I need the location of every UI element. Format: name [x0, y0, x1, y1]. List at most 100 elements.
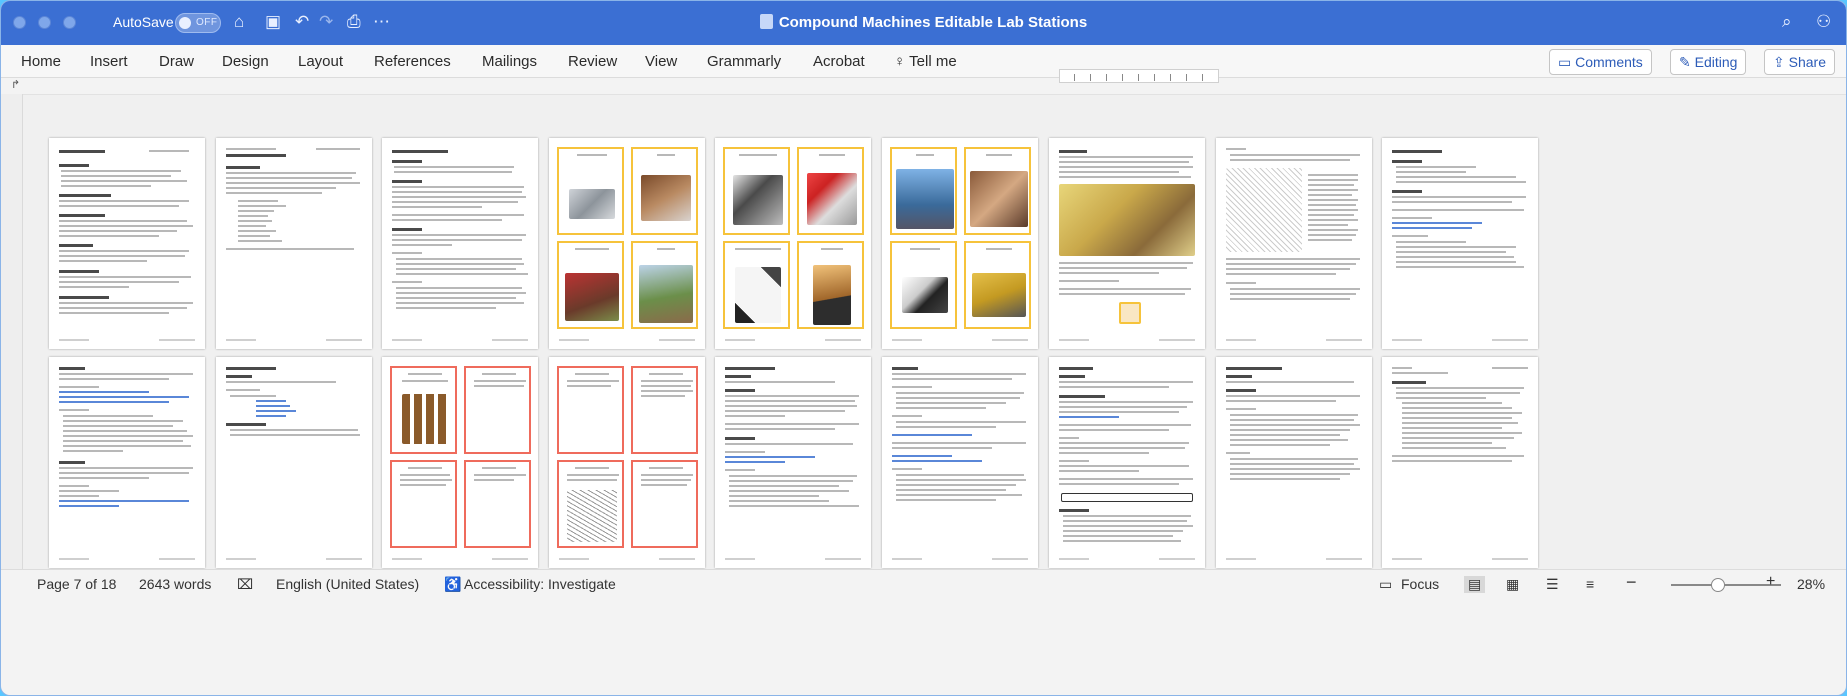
station-card: [557, 241, 624, 329]
search-icon[interactable]: ⌕: [1782, 12, 1792, 32]
comments-label: Comments: [1575, 54, 1643, 70]
accessibility-icon: ♿: [444, 576, 462, 592]
horizontal-ruler[interactable]: [1059, 69, 1219, 83]
language[interactable]: English (United States): [276, 576, 419, 592]
accessibility-status[interactable]: Accessibility: Investigate: [464, 576, 616, 592]
draft-icon[interactable]: ≡: [1586, 576, 1594, 592]
ruler-tick: [1186, 74, 1187, 81]
focus-icon: ▭: [1379, 576, 1393, 592]
zoom-out-icon[interactable]: −: [1626, 572, 1637, 593]
document-title: Compound Machines Editable Lab Stations: [1, 14, 1846, 31]
question-card: [464, 460, 531, 548]
ruler-tick: [1202, 74, 1203, 81]
page-thumbnail[interactable]: [49, 138, 205, 349]
proofing-icon[interactable]: ⌧: [237, 576, 253, 593]
question-card: [464, 366, 531, 454]
ribbon-tabs: Home Insert Draw Design Layout Reference…: [1, 45, 1846, 78]
print-layout-icon[interactable]: ▤: [1464, 576, 1486, 593]
question-card: [631, 460, 698, 548]
page-thumbnail[interactable]: [715, 138, 871, 349]
page-thumbnail[interactable]: [1216, 138, 1372, 349]
question-card: [631, 366, 698, 454]
station-card: [797, 241, 864, 329]
tab-insert[interactable]: Insert: [90, 53, 128, 70]
station-card: [631, 147, 698, 235]
zoom-slider-thumb[interactable]: [1711, 578, 1725, 592]
lightbulb-icon: ♀: [894, 53, 910, 70]
page-thumbnail[interactable]: [882, 357, 1038, 568]
people-icon[interactable]: ⚇: [1816, 12, 1831, 32]
tab-view[interactable]: View: [645, 53, 677, 70]
page-thumbnail[interactable]: [549, 138, 705, 349]
ruler-tick: [1122, 74, 1123, 81]
comments-button[interactable]: ▭ Comments: [1549, 49, 1652, 75]
page-thumbnail[interactable]: [715, 357, 871, 568]
tab-layout[interactable]: Layout: [298, 53, 343, 70]
pencil-icon: ✎: [1679, 54, 1695, 70]
title-bar: AutoSave OFF ⌂ ▣ ↶ ↷ ⎙ ⋯ Compound Machin…: [1, 1, 1846, 45]
word-count[interactable]: 2643 words: [139, 576, 211, 592]
tab-references[interactable]: References: [374, 53, 451, 70]
ruler-tick: [1106, 74, 1107, 81]
tab-grammarly[interactable]: Grammarly: [707, 53, 781, 70]
station-card: [797, 147, 864, 235]
page-thumbnail[interactable]: [1382, 357, 1538, 568]
tab-stop-icon[interactable]: ↱: [11, 78, 20, 91]
ruler-tick: [1074, 74, 1075, 81]
page-thumbnail[interactable]: [1049, 138, 1205, 349]
tab-acrobat[interactable]: Acrobat: [813, 53, 865, 70]
page-thumbnail[interactable]: [1216, 357, 1372, 568]
page-thumbnail[interactable]: [382, 138, 538, 349]
status-bar: Page 7 of 18 2643 words ⌧ English (Unite…: [1, 569, 1846, 597]
page-thumbnail[interactable]: [1049, 357, 1205, 568]
zoom-level[interactable]: 28%: [1797, 576, 1825, 592]
station-card: [557, 147, 624, 235]
station-card: [890, 241, 957, 329]
ruler-tick: [1090, 74, 1091, 81]
web-layout-icon[interactable]: ▦: [1506, 576, 1519, 593]
page-count[interactable]: Page 7 of 18: [37, 576, 116, 592]
question-card: [390, 366, 457, 454]
station-card: [723, 241, 790, 329]
tell-me-label: Tell me: [909, 53, 957, 70]
station-card: [631, 241, 698, 329]
page-thumbnail[interactable]: [1382, 138, 1538, 349]
page-thumbnail[interactable]: [216, 357, 372, 568]
share-label: Share: [1788, 54, 1826, 70]
ruler-tick: [1154, 74, 1155, 81]
tab-design[interactable]: Design: [222, 53, 269, 70]
page-thumbnail[interactable]: [882, 138, 1038, 349]
tab-home[interactable]: Home: [21, 53, 61, 70]
page-thumbnail[interactable]: [549, 357, 705, 568]
station-card: [964, 147, 1031, 235]
page-thumbnail[interactable]: [382, 357, 538, 568]
tab-mailings[interactable]: Mailings: [482, 53, 537, 70]
zoom-slider[interactable]: [1671, 578, 1781, 592]
outline-icon[interactable]: ☰: [1546, 576, 1559, 593]
ruler-row: ↱: [1, 78, 1846, 93]
document-title-text: Compound Machines Editable Lab Stations: [778, 14, 1088, 31]
question-card: [557, 460, 624, 548]
station-card: [890, 147, 957, 235]
station-card: [964, 241, 1031, 329]
word-window: AutoSave OFF ⌂ ▣ ↶ ↷ ⎙ ⋯ Compound Machin…: [0, 0, 1847, 696]
tab-review[interactable]: Review: [568, 53, 617, 70]
focus-button[interactable]: Focus: [1401, 576, 1439, 592]
editing-label: Editing: [1694, 54, 1738, 70]
zoom-in-icon[interactable]: +: [1766, 573, 1775, 591]
page-thumbnail[interactable]: [49, 357, 205, 568]
tab-draw[interactable]: Draw: [159, 53, 194, 70]
question-card: [557, 366, 624, 454]
ruler-tick: [1138, 74, 1139, 81]
station-card: [723, 147, 790, 235]
ruler-tick: [1170, 74, 1171, 81]
document-icon: [759, 14, 773, 29]
editing-button[interactable]: ✎ Editing: [1670, 49, 1747, 75]
page-thumbnail[interactable]: [216, 138, 372, 349]
share-button[interactable]: ⇪ Share: [1764, 49, 1835, 75]
vertical-ruler[interactable]: [1, 94, 23, 569]
document-canvas[interactable]: [23, 94, 1846, 569]
share-icon: ⇪: [1773, 54, 1789, 70]
tell-me-search[interactable]: ♀ Tell me: [894, 53, 957, 70]
question-card: [390, 460, 457, 548]
